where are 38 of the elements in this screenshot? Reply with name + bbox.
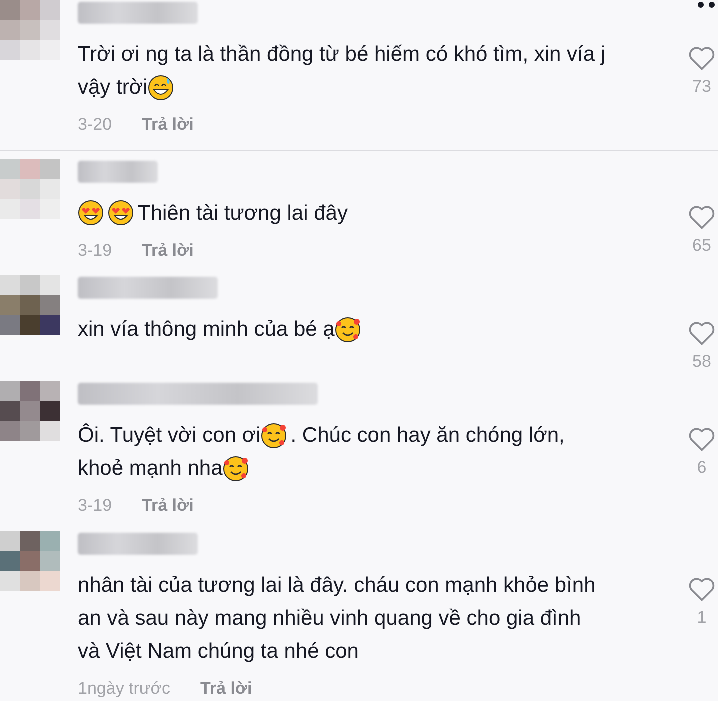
comment-text: Thiên tài tương lai đây <box>138 200 348 226</box>
like-icon[interactable] <box>688 46 716 72</box>
reply-link[interactable]: Trả lời <box>142 493 194 518</box>
reply-link[interactable]: Trả lời <box>142 112 194 138</box>
more-icon[interactable] <box>698 2 715 8</box>
like-icon[interactable] <box>688 427 716 453</box>
comment-text: xin vía thông minh của bé ạ <box>78 317 335 343</box>
like-count: 73 <box>692 76 712 98</box>
like-icon[interactable] <box>688 321 716 347</box>
comment-date: 3-19 <box>78 495 112 517</box>
like-count: 1 <box>697 606 707 628</box>
avatar-placeholder[interactable] <box>0 381 60 441</box>
comment-text: nhân tài của tương lai là đây. cháu con mạnh khỏe bình <box>78 572 596 598</box>
comment-text: vậy trời <box>78 75 148 101</box>
reply-link[interactable]: Trả lời <box>200 676 252 701</box>
comment-text: khoẻ mạnh nha <box>78 456 223 482</box>
comment-date: 3-19 <box>78 240 112 262</box>
comment-text: và Việt Nam chúng ta nhé con <box>78 638 359 664</box>
heart-eyes-emoji-icon <box>78 200 104 226</box>
reply-link[interactable]: Trả lời <box>142 238 194 263</box>
sweat-smile-emoji-icon <box>148 74 174 100</box>
heart-eyes-emoji-icon <box>108 200 134 226</box>
like-icon[interactable] <box>688 204 716 230</box>
comment-text: Ôi. Tuyệt vời con ơi <box>78 422 261 449</box>
comment-text: . Chúc con hay ăn chóng lớn, <box>290 423 565 449</box>
comment-date: 3-20 <box>78 114 112 136</box>
avatar-placeholder[interactable] <box>0 275 60 335</box>
like-icon[interactable] <box>688 576 716 602</box>
smiling-hearts-emoji-icon <box>222 456 249 482</box>
like-count: 65 <box>692 234 712 256</box>
smiling-hearts-emoji-icon <box>260 422 287 448</box>
comment-date: 1ngày trước <box>78 678 170 700</box>
comment-text: Trời ơi ng ta là thần đồng từ bé hiếm có khó tìm, xin vía j <box>78 42 606 68</box>
comment-text: an và sau này mang nhiều vinh quang về cho gia đình <box>78 606 582 632</box>
smiling-hearts-emoji-icon <box>334 316 361 342</box>
like-count: 6 <box>697 457 707 479</box>
like-count: 58 <box>692 351 712 373</box>
avatar-placeholder[interactable] <box>0 530 60 590</box>
